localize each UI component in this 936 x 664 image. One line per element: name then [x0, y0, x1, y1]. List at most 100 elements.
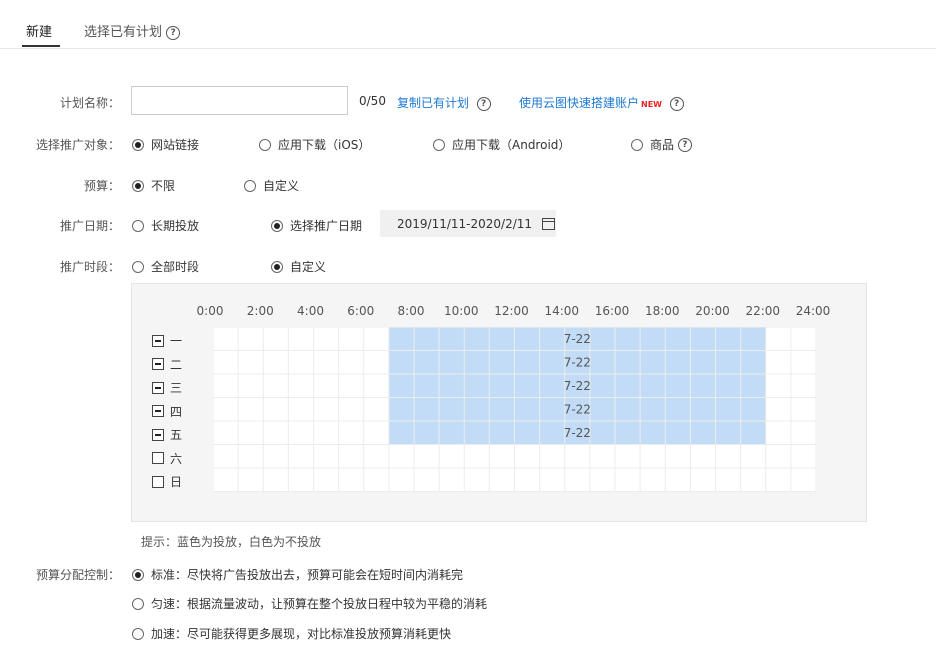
- tab-select-existing[interactable]: 选择已有计划 ?: [84, 21, 181, 40]
- budget-control-radio-standard[interactable]: 标准：尽快将广告投放出去，预算可能会在短时间内消耗完: [132, 566, 463, 583]
- budget-radio-custom[interactable]: 自定义: [244, 177, 299, 194]
- day-checkbox[interactable]: [152, 334, 164, 347]
- radio-label: 自定义: [263, 179, 300, 193]
- radio-circle: [132, 568, 144, 581]
- hour-label: 16:00: [594, 304, 630, 318]
- hour-label: 10:00: [443, 304, 479, 318]
- day-row-2[interactable]: 三: [152, 379, 182, 396]
- day-label: 六: [170, 451, 183, 466]
- plan-name-counter: 0/50: [359, 94, 386, 108]
- copy-existing-plan-link[interactable]: 复制已有计划 ?: [397, 94, 491, 111]
- hour-label: 8:00: [397, 304, 425, 318]
- radio-circle: [433, 138, 445, 151]
- help-icon[interactable]: ?: [476, 96, 491, 111]
- day-checkbox[interactable]: [152, 428, 164, 441]
- tab-new[interactable]: 新建: [26, 21, 52, 40]
- radio-label: 全部时段: [151, 260, 200, 274]
- radio-circle: [132, 219, 144, 232]
- radio-circle: [271, 219, 283, 232]
- target-radio-app-ios[interactable]: 应用下载（iOS）: [259, 136, 370, 153]
- radio-label: 长期投放: [151, 219, 200, 233]
- budget-radio-unlimited[interactable]: 不限: [132, 177, 175, 194]
- radio-circle: [271, 260, 283, 273]
- calendar-icon: [542, 217, 556, 230]
- radio-label: 网站链接: [151, 138, 200, 152]
- budget-label: 预算：: [83, 179, 120, 193]
- hour-label: 20:00: [695, 304, 730, 318]
- radio-circle: [631, 138, 643, 151]
- help-icon[interactable]: ?: [669, 96, 684, 111]
- day-row-5[interactable]: 六: [152, 450, 182, 467]
- day-label: 四: [170, 404, 183, 419]
- radio-circle: [244, 179, 256, 192]
- target-radio-product[interactable]: 商品 ?: [631, 136, 692, 153]
- day-label: 五: [170, 428, 183, 442]
- hour-label: 0:00: [196, 304, 224, 318]
- tab-bar: 新建 选择已有计划 ?: [0, 0, 936, 49]
- help-icon[interactable]: ?: [166, 25, 181, 40]
- hour-label: 12:00: [494, 304, 529, 318]
- day-label: 一: [170, 334, 183, 348]
- day-checkbox[interactable]: [152, 452, 164, 464]
- range-label-3: 7-22: [564, 402, 591, 416]
- hour-label: 24:00: [795, 304, 831, 318]
- cloud-setup-link[interactable]: 使用云图快速搭建账户 NEW ?: [519, 94, 684, 111]
- budget-control-radio-even[interactable]: 匀速：根据流量波动，让预算在整个投放日程中较为平稳的消耗: [132, 595, 487, 612]
- radio-label: 加速：尽可能获得更多展现，对比标准投放预算消耗更快: [151, 627, 452, 641]
- radio-label: 自定义: [290, 260, 327, 274]
- radio-label: 匀速：根据流量波动，让预算在整个投放日程中较为平稳的消耗: [151, 597, 488, 611]
- radio-label: 选择推广日期: [290, 219, 363, 233]
- radio-label: 商品: [650, 138, 675, 152]
- radio-label: 标准：尽快将广告投放出去，预算可能会在短时间内消耗完: [151, 568, 464, 582]
- target-radio-website[interactable]: 网站链接: [132, 136, 199, 153]
- day-checkbox[interactable]: [152, 358, 164, 370]
- day-checkbox[interactable]: [152, 475, 164, 488]
- radio-circle: [132, 597, 144, 610]
- budget-control-radio-accelerated[interactable]: 加速：尽可能获得更多展现，对比标准投放预算消耗更快: [132, 625, 451, 642]
- radio-circle: [259, 138, 271, 151]
- hour-label: 2:00: [246, 304, 274, 318]
- time-radio-all[interactable]: 全部时段: [132, 258, 199, 275]
- date-label: 推广日期：: [59, 219, 120, 233]
- day-label: 二: [170, 357, 183, 372]
- copy-link-label: 复制已有计划: [397, 96, 470, 110]
- day-row-6[interactable]: 日: [152, 473, 182, 490]
- day-label: 日: [170, 475, 183, 489]
- help-icon[interactable]: ?: [677, 137, 692, 152]
- day-row-1[interactable]: 二: [152, 356, 182, 373]
- schedule-hint: 提示：蓝色为投放，白色为不投放: [141, 535, 322, 549]
- radio-label: 不限: [151, 179, 176, 193]
- date-radio-select-range[interactable]: 选择推广日期: [271, 217, 362, 234]
- range-label-0: 7-22: [564, 332, 591, 346]
- target-radio-app-android[interactable]: 应用下载（Android）: [433, 136, 570, 153]
- day-checkbox[interactable]: [152, 381, 164, 394]
- range-label-4: 7-22: [564, 426, 591, 440]
- radio-circle: [132, 179, 144, 192]
- plan-name-label: 计划名称：: [59, 96, 120, 110]
- range-label-2: 7-22: [564, 379, 591, 393]
- tab-select-existing-label: 选择已有计划: [84, 25, 163, 40]
- hour-label: 4:00: [297, 304, 324, 318]
- radio-label: 应用下载（iOS）: [278, 138, 371, 152]
- time-label: 推广时段：: [59, 260, 120, 274]
- hour-label: 6:00: [347, 304, 375, 318]
- target-label: 选择推广对象：: [35, 138, 120, 152]
- date-radio-long-term[interactable]: 长期投放: [132, 217, 199, 234]
- time-radio-custom[interactable]: 自定义: [271, 258, 326, 275]
- active-tab-indicator: [22, 45, 60, 47]
- radio-circle: [132, 260, 144, 273]
- day-label: 三: [170, 381, 183, 395]
- budget-control-label: 预算分配控制：: [35, 568, 120, 582]
- day-row-4[interactable]: 五: [152, 426, 182, 443]
- day-row-3[interactable]: 四: [152, 403, 182, 420]
- new-badge: NEW: [641, 100, 662, 109]
- day-checkbox[interactable]: [152, 405, 164, 417]
- range-label-1: 7-22: [564, 355, 591, 369]
- radio-circle: [132, 627, 144, 640]
- date-range-picker[interactable]: 2019/11/11-2020/2/11: [380, 210, 556, 237]
- radio-circle: [132, 138, 144, 151]
- day-row-0[interactable]: 一: [152, 332, 182, 349]
- schedule-grid[interactable]: 7-22 7-22 7-22 7-22 7-22: [213, 327, 816, 492]
- plan-name-input[interactable]: [131, 86, 348, 115]
- radio-label: 应用下载（Android）: [452, 138, 571, 152]
